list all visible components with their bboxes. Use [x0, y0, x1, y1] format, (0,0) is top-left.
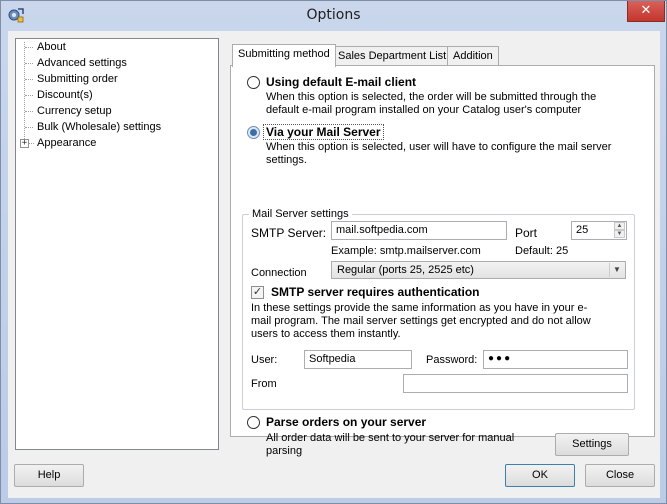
tab-sales-department-list[interactable]: Sales Department List [332, 46, 453, 66]
tree-connector [25, 127, 33, 128]
close-window-button[interactable]: ✕ [627, 1, 665, 22]
tab-addition[interactable]: Addition [447, 46, 499, 66]
connection-value: Regular (ports 25, 2525 etc) [337, 264, 474, 276]
user-input[interactable]: Softpedia [304, 350, 412, 369]
mail-server-label[interactable]: Via your Mail Server [263, 124, 384, 140]
default-email-description: When this option is selected, the order … [266, 91, 597, 116]
smtp-server-label: SMTP Server: [251, 226, 327, 240]
tree-connector [25, 111, 33, 112]
smtp-auth-checkbox[interactable]: ✓ [251, 286, 264, 299]
default-email-label[interactable]: Using default E-mail client [266, 75, 416, 89]
smtp-auth-label[interactable]: SMTP server requires authentication [271, 285, 480, 299]
default-port-text: Default: 25 [515, 245, 569, 257]
tree-item-advanced-settings[interactable]: Advanced settings [37, 55, 127, 71]
options-window: Options ✕ About Advanced settings Submit… [0, 0, 667, 504]
default-email-radio[interactable] [247, 76, 260, 89]
tree-item-about[interactable]: About [37, 39, 66, 55]
user-label: User: [251, 354, 278, 366]
ok-button[interactable]: OK [505, 464, 575, 487]
parse-orders-label[interactable]: Parse orders on your server [266, 415, 426, 429]
password-label: Password: [426, 354, 478, 366]
mail-server-radio[interactable] [247, 126, 260, 139]
help-button[interactable]: Help [14, 464, 84, 487]
parse-orders-description: All order data will be sent to your serv… [266, 432, 515, 457]
options-tree[interactable]: About Advanced settings Submitting order… [15, 38, 219, 450]
spin-down-icon[interactable]: ▼ [614, 230, 625, 238]
smtp-auth-description: In these settings provide the same infor… [251, 302, 591, 340]
window-title: Options [306, 7, 361, 23]
tree-item-appearance[interactable]: Appearance [37, 135, 96, 151]
from-input[interactable] [403, 374, 628, 393]
tab-submitting-method[interactable]: Submitting method [232, 44, 336, 67]
tree-item-discounts[interactable]: Discount(s) [37, 87, 93, 103]
parse-orders-radio[interactable] [247, 416, 260, 429]
tree-item-bulk-settings[interactable]: Bulk (Wholesale) settings [37, 119, 161, 135]
password-input[interactable]: ●●● [483, 350, 628, 369]
expand-icon[interactable]: + [20, 139, 29, 148]
spin-up-icon[interactable]: ▲ [614, 222, 625, 230]
settings-button[interactable]: Settings [555, 433, 629, 456]
connection-label: Connection [251, 267, 307, 279]
smtp-server-input[interactable]: mail.softpedia.com [331, 221, 507, 240]
tree-connector [25, 63, 33, 64]
connection-select[interactable]: Regular (ports 25, 2525 etc) ▼ [331, 261, 626, 279]
close-button[interactable]: Close [585, 464, 655, 487]
mail-server-settings-title: Mail Server settings [249, 208, 352, 220]
tree-connector [29, 143, 34, 144]
port-spinner[interactable]: ▲ ▼ [614, 222, 625, 239]
titlebar[interactable]: Options ✕ [1, 1, 666, 31]
smtp-example-text: Example: smtp.mailserver.com [331, 245, 481, 257]
chevron-down-icon[interactable]: ▼ [609, 263, 624, 277]
submitting-method-panel: Using default E-mail client When this op… [230, 65, 655, 457]
tree-connector [25, 79, 33, 80]
tree-item-submitting-order[interactable]: Submitting order [37, 71, 118, 87]
port-label: Port [515, 226, 538, 240]
tree-connector [25, 95, 33, 96]
from-label: From [251, 378, 277, 390]
mail-server-description: When this option is selected, user will … [266, 141, 612, 166]
tree-connector [25, 47, 33, 48]
dialog-client: About Advanced settings Submitting order… [8, 31, 660, 498]
tree-connector [24, 42, 25, 145]
tree-item-currency-setup[interactable]: Currency setup [37, 103, 112, 119]
